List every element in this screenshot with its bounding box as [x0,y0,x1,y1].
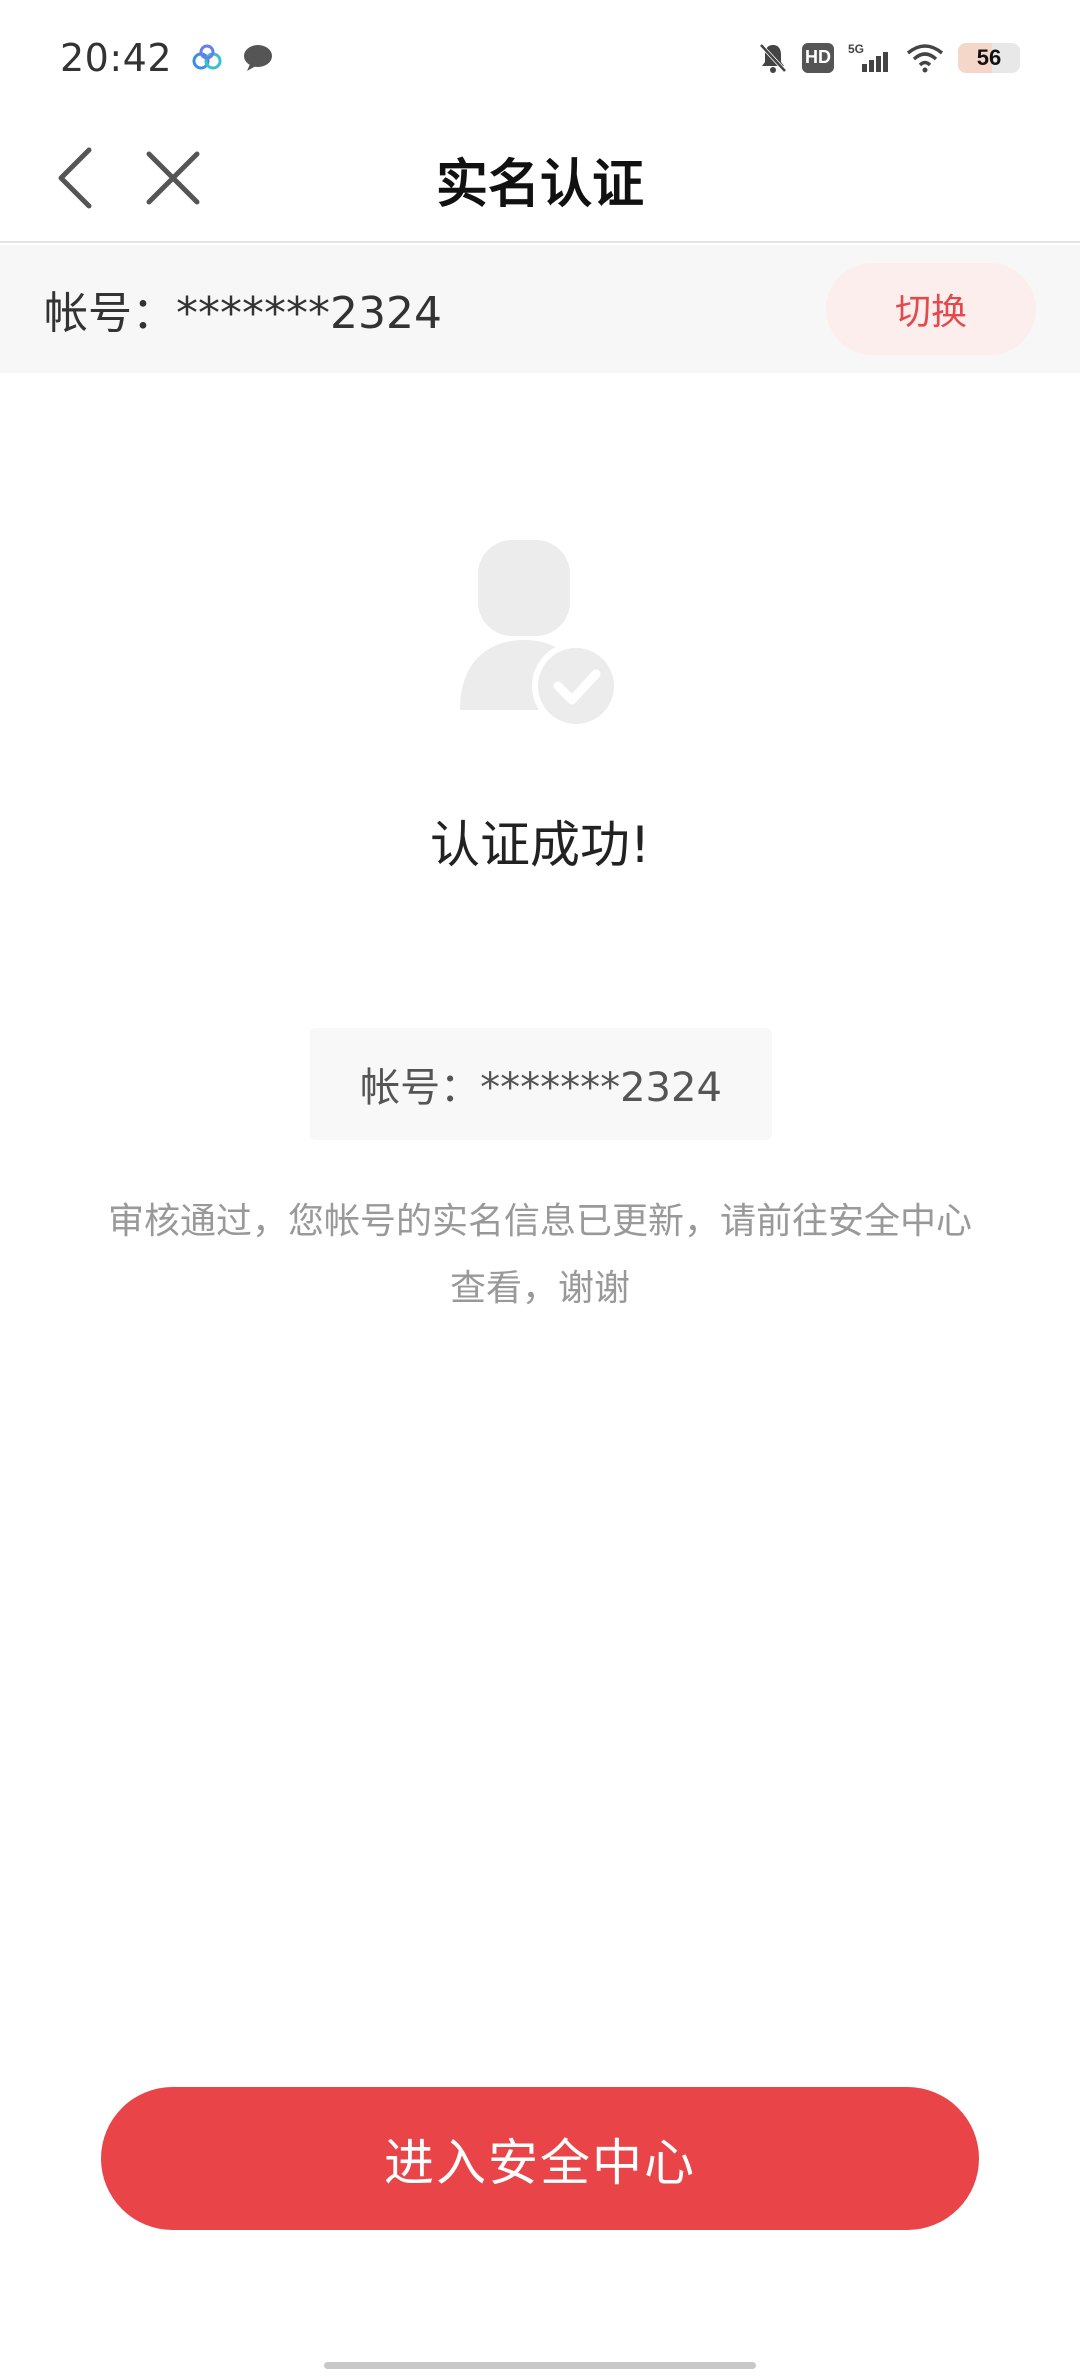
verified-user-icon [460,540,620,730]
hd-icon: HD [802,42,834,73]
status-right: HD 5G 56 [758,42,1020,74]
back-button[interactable] [40,143,110,213]
signal-icon: 5G [848,42,892,74]
nav-bar: 实名认证 [0,115,1080,243]
status-time: 20:42 [60,35,173,80]
home-indicator[interactable] [324,2362,756,2369]
account-box: 帐号：*******2324 [310,1028,772,1140]
cloud-app-icon [190,43,224,73]
status-left: 20:42 [60,36,274,80]
wifi-icon [906,43,944,73]
switch-account-button[interactable]: 切换 [826,263,1036,355]
account-label: 帐号：*******2324 [44,288,442,339]
close-icon [146,151,200,205]
account-strip: 帐号：*******2324 切换 [0,245,1080,373]
svg-text:5G: 5G [848,42,864,56]
battery-level: 56 [976,44,1002,70]
chat-bubble-icon [242,43,274,73]
bell-off-icon [758,42,788,74]
close-button[interactable] [138,143,208,213]
result-description: 审核通过，您帐号的实名信息已更新，请前往安全中心查看，谢谢 [107,1201,972,1309]
enter-security-center-button[interactable]: 进入安全中心 [101,2087,979,2230]
status-bar: 20:42 HD 5G 56 [0,0,1080,115]
chevron-left-icon [58,147,92,209]
battery-icon: 56 [958,42,1020,73]
success-title: 认证成功! [429,816,651,874]
